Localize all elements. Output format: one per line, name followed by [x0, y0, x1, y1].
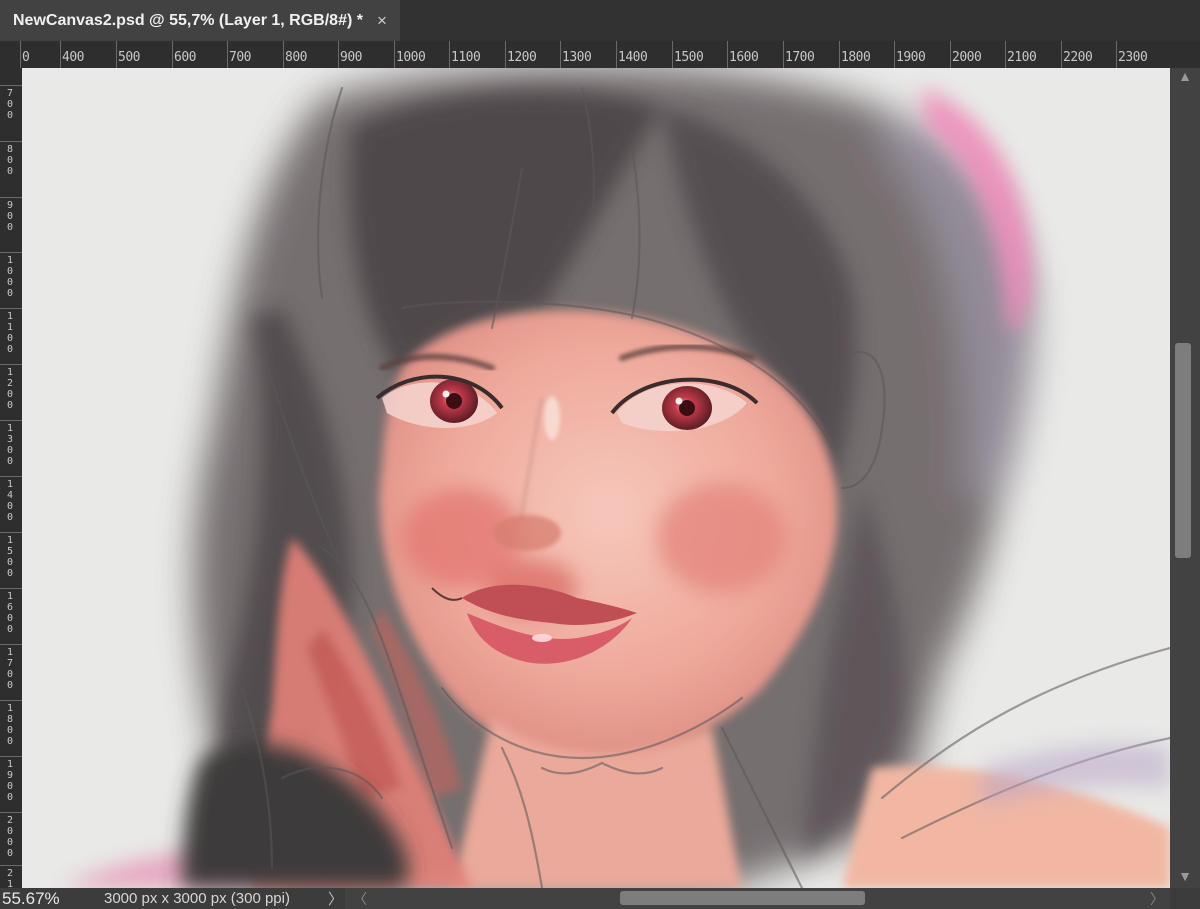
ruler-left-label: 1 1 0 0	[6, 311, 14, 355]
ruler-top-tick	[505, 41, 506, 68]
ruler-left-label: 1 0 0 0	[6, 255, 14, 299]
close-icon[interactable]: ×	[374, 11, 390, 31]
vertical-ruler[interactable]: 7 0 0 8 0 0 9 0 0 1 0 0 0 1 1 0 0 1 2 0 0 1 3 …	[0, 68, 23, 890]
ruler-left-label: 1 8 0 0	[6, 703, 14, 747]
ruler-left-tick	[0, 700, 22, 701]
ruler-top-tick	[1061, 41, 1062, 68]
ruler-top-label: 2300	[1118, 50, 1148, 65]
ruler-top-tick	[1005, 41, 1006, 68]
ruler-top-label: 1700	[785, 50, 815, 65]
ruler-top-tick	[172, 41, 173, 68]
ruler-left-tick	[0, 865, 22, 866]
ruler-top-label: 600	[174, 50, 196, 65]
ruler-top-label: 0	[22, 50, 30, 65]
ruler-top-tick	[116, 41, 117, 68]
vertical-scroll-thumb[interactable]	[1175, 343, 1191, 558]
ruler-top-tick	[283, 41, 284, 68]
ruler-left-tick	[0, 141, 22, 142]
ruler-left-tick	[0, 252, 22, 253]
ruler-top-tick	[394, 41, 395, 68]
scroll-right-icon[interactable]: 〉	[1150, 889, 1164, 909]
ruler-top-tick	[672, 41, 673, 68]
ruler-left-label: 1 9 0 0	[6, 759, 14, 803]
scroll-up-icon[interactable]: ▲	[1170, 68, 1200, 84]
ruler-top-label: 1300	[562, 50, 592, 65]
ruler-top-label: 2000	[952, 50, 982, 65]
ruler-left-label: 1 5 0 0	[6, 535, 14, 579]
vertical-scrollbar[interactable]: ▲ ▼	[1170, 68, 1200, 888]
ruler-left-tick	[0, 756, 22, 757]
horizontal-ruler[interactable]: 0 400 500 600 700 800 900 1000 1100 1200 1300 1400 1…	[0, 41, 1200, 69]
ruler-top-label: 1100	[451, 50, 481, 65]
ruler-left-tick	[0, 644, 22, 645]
ruler-left-tick	[0, 85, 22, 86]
ruler-left-label: 1 4 0 0	[6, 479, 14, 523]
ruler-top-tick	[227, 41, 228, 68]
ruler-top-tick	[616, 41, 617, 68]
scroll-down-icon[interactable]: ▼	[1170, 868, 1200, 884]
ruler-left-tick	[0, 588, 22, 589]
ruler-top-label: 2100	[1007, 50, 1037, 65]
status-menu-arrow-icon[interactable]: 〉	[328, 888, 343, 909]
document-info: 3000 px x 3000 px (300 ppi)	[104, 890, 290, 907]
ruler-top-tick	[894, 41, 895, 68]
ruler-top-tick	[950, 41, 951, 68]
ruler-top-tick	[1116, 41, 1117, 68]
ruler-top-tick	[783, 41, 784, 68]
ruler-top-label: 700	[229, 50, 251, 65]
ruler-top-label: 1600	[729, 50, 759, 65]
ruler-left-label: 9 0 0	[6, 200, 14, 233]
status-bar: 55.67% 3000 px x 3000 px (300 ppi) 〉 〈 〉	[0, 888, 1200, 909]
horizontal-scroll-thumb[interactable]	[620, 891, 865, 905]
ruler-left-tick	[0, 532, 22, 533]
ruler-left-label: 2 1	[6, 868, 14, 890]
document-canvas[interactable]	[22, 68, 1170, 888]
ruler-left-label: 8 0 0	[6, 144, 14, 177]
ruler-top-tick	[727, 41, 728, 68]
ruler-top-tick	[839, 41, 840, 68]
ruler-left-label: 1 7 0 0	[6, 647, 14, 691]
ruler-left-tick	[0, 197, 22, 198]
ruler-top-label: 800	[285, 50, 307, 65]
ruler-left-label: 1 2 0 0	[6, 367, 14, 411]
ruler-top-label: 400	[62, 50, 84, 65]
ruler-top-label: 1000	[396, 50, 426, 65]
ruler-left-label: 2 0 0 0	[6, 815, 14, 859]
ruler-left-tick	[0, 476, 22, 477]
ruler-left-tick	[0, 364, 22, 365]
ruler-top-label: 1400	[618, 50, 648, 65]
ruler-top-label: 900	[340, 50, 362, 65]
ruler-top-tick	[20, 41, 21, 68]
ruler-top-label: 1500	[674, 50, 704, 65]
ruler-top-label: 2200	[1063, 50, 1093, 65]
zoom-level[interactable]: 55.67%	[2, 889, 60, 909]
ruler-left-label: 7 0 0	[6, 88, 14, 121]
ruler-left-tick	[0, 420, 22, 421]
ruler-top-tick	[560, 41, 561, 68]
document-tab-bar: NewCanvas2.psd @ 55,7% (Layer 1, RGB/8#)…	[0, 0, 1200, 41]
ruler-left-label: 1 6 0 0	[6, 591, 14, 635]
ruler-top-tick	[338, 41, 339, 68]
ruler-top-tick	[60, 41, 61, 68]
ruler-top-label: 1800	[841, 50, 871, 65]
portrait-painting	[22, 68, 1170, 888]
ruler-top-label: 1900	[896, 50, 926, 65]
ruler-top-label: 1200	[507, 50, 537, 65]
scroll-left-icon[interactable]: 〈	[353, 889, 367, 909]
ruler-left-tick	[0, 812, 22, 813]
ruler-top-label: 500	[118, 50, 140, 65]
horizontal-scrollbar[interactable]: 〈 〉	[345, 888, 1170, 909]
document-tab[interactable]: NewCanvas2.psd @ 55,7% (Layer 1, RGB/8#)…	[0, 0, 400, 41]
ruler-left-tick	[0, 308, 22, 309]
ruler-top-tick	[449, 41, 450, 68]
document-tab-title: NewCanvas2.psd @ 55,7% (Layer 1, RGB/8#)…	[13, 11, 363, 29]
ruler-left-label: 1 3 0 0	[6, 423, 14, 467]
